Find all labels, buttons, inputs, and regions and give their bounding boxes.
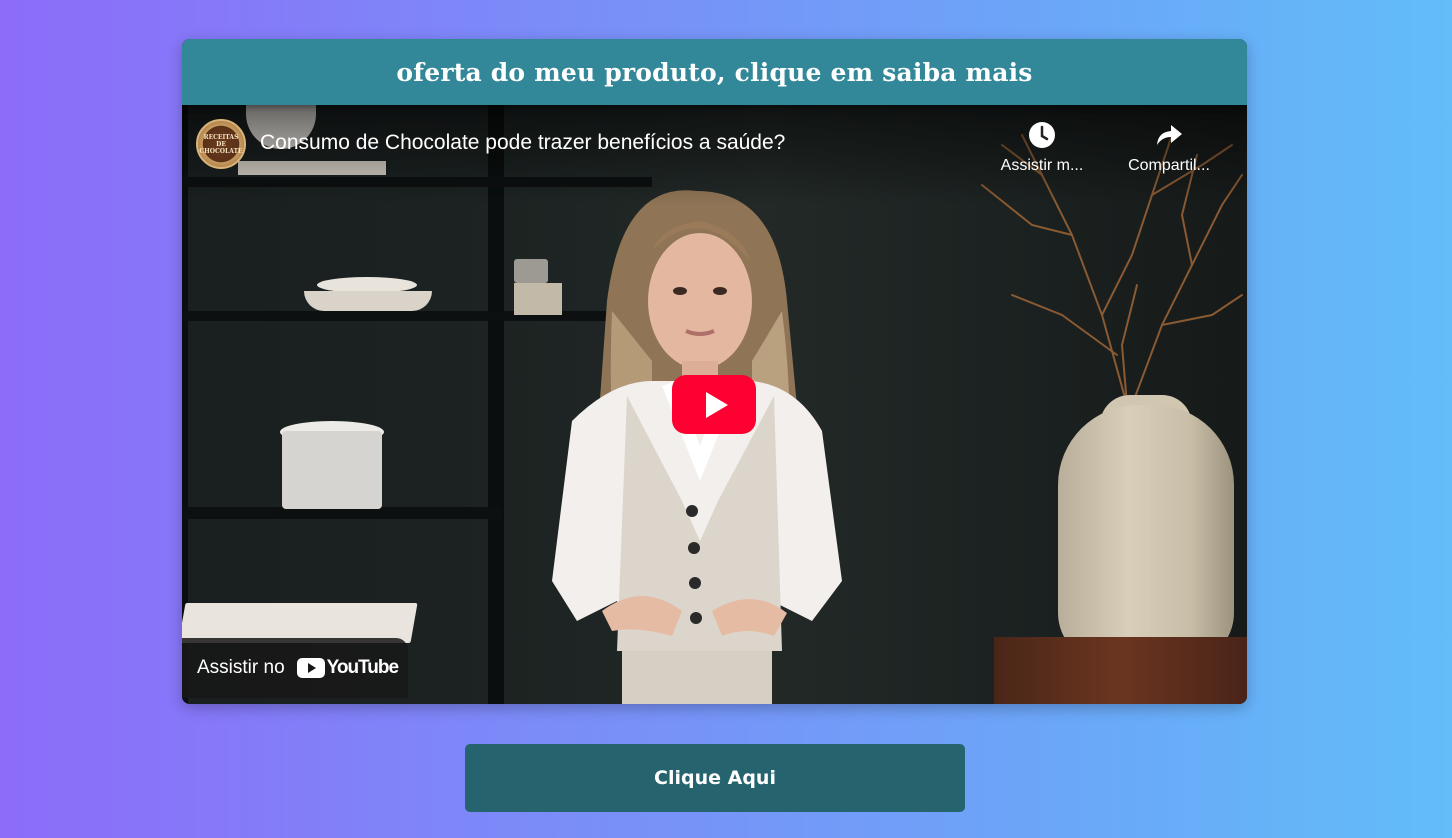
share-label: Compartil... xyxy=(1128,157,1210,174)
decor-bowl xyxy=(304,291,432,311)
watch-on-youtube-button[interactable]: Assistir no YouTube xyxy=(182,638,408,698)
channel-avatar-label: RECEITAS DE CHOCOLATE xyxy=(199,133,243,155)
youtube-logo: YouTube xyxy=(296,657,399,679)
page-title: oferta do meu produto, clique em saiba m… xyxy=(396,57,1033,87)
youtube-logo-text: YouTube xyxy=(326,657,399,678)
youtube-embed[interactable]: RECEITAS DE CHOCOLATE Consumo de Chocola… xyxy=(182,105,1247,704)
watch-later-button[interactable]: Assistir m... xyxy=(987,121,1097,175)
presenter xyxy=(552,190,842,704)
cta-button[interactable]: Clique Aqui xyxy=(465,744,965,812)
card-header: oferta do meu produto, clique em saiba m… xyxy=(182,39,1247,105)
share-button[interactable]: Compartil... xyxy=(1114,121,1224,175)
decor-open-book xyxy=(182,603,418,643)
decor-floor-vase xyxy=(1058,405,1234,663)
share-icon xyxy=(1157,125,1182,145)
play-button[interactable] xyxy=(672,375,756,434)
watch-later-label: Assistir m... xyxy=(1000,157,1084,174)
watch-on-label: Assistir no xyxy=(197,657,285,678)
video-title[interactable]: Consumo de Chocolate pode trazer benefíc… xyxy=(260,131,785,155)
clock-icon xyxy=(1029,122,1055,148)
decor-hatbox xyxy=(282,431,382,509)
video-card: oferta do meu produto, clique em saiba m… xyxy=(182,39,1247,704)
channel-avatar[interactable]: RECEITAS DE CHOCOLATE xyxy=(196,119,246,169)
youtube-logo-icon xyxy=(296,658,325,678)
decor-stand xyxy=(994,637,1247,704)
